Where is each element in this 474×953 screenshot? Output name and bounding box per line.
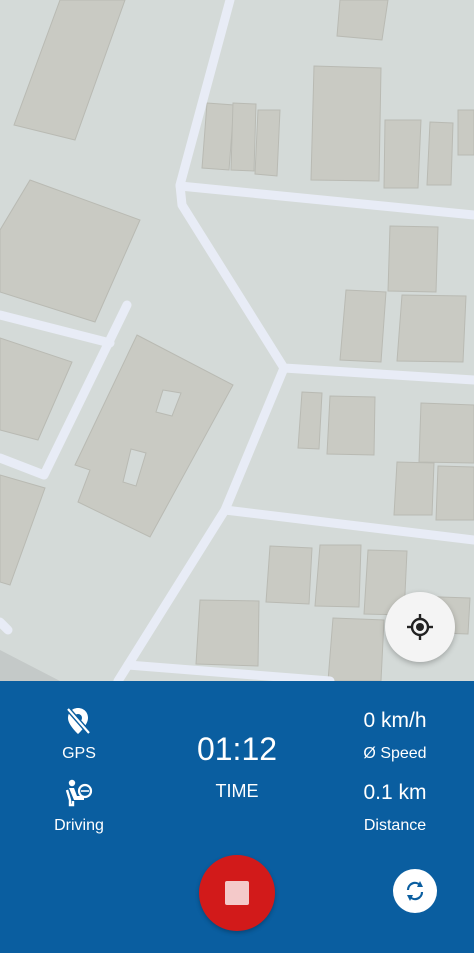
timer-value: 01:12 xyxy=(196,731,278,767)
map-view[interactable] xyxy=(0,0,474,681)
timer-label: TIME xyxy=(215,781,259,801)
locate-me-button[interactable] xyxy=(385,592,455,662)
gps-label: GPS xyxy=(62,745,96,762)
stop-icon xyxy=(225,881,249,905)
switch-view-icon xyxy=(406,881,424,901)
my-location-icon xyxy=(407,614,433,640)
stop-recording-button[interactable] xyxy=(199,855,275,931)
driving-label: Driving xyxy=(54,817,104,834)
location-off-icon xyxy=(62,705,94,737)
map-canvas xyxy=(0,0,474,681)
driving-icon xyxy=(62,777,94,809)
distance-value: 0.1 km xyxy=(363,781,427,804)
speed-value: 0 km/h xyxy=(363,709,427,732)
switch-view-button[interactable] xyxy=(393,869,437,913)
distance-label: Distance xyxy=(363,817,427,834)
speed-label: Ø Speed xyxy=(363,745,427,762)
tracking-panel: GPS Driving 01:12 TIME 0 km/h Ø Speed 0.… xyxy=(0,681,474,953)
